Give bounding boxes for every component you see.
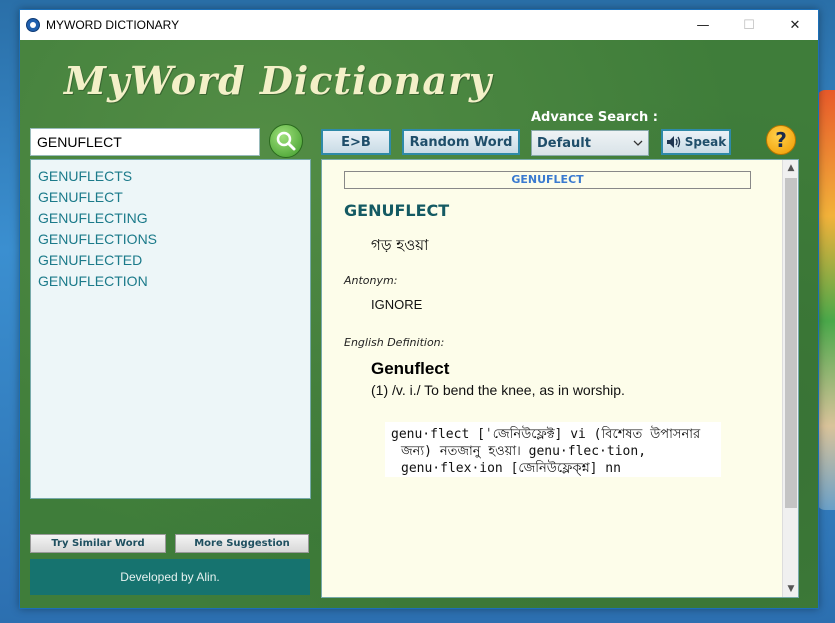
list-item[interactable]: GENUFLECTS: [31, 166, 310, 187]
random-word-button[interactable]: Random Word: [402, 129, 520, 155]
word-header: GENUFLECT: [344, 171, 751, 189]
developer-credit: Developed by Alin.: [30, 559, 310, 595]
minimize-button[interactable]: —: [680, 10, 726, 40]
more-suggestion-button[interactable]: More Suggestion: [175, 534, 309, 553]
search-button[interactable]: [269, 124, 303, 158]
app-client-area: MyWord Dictionary GENUFLECT GENUFLECTS G…: [20, 40, 818, 608]
list-item[interactable]: GENUFLECTED: [31, 250, 310, 271]
speak-button[interactable]: Speak: [661, 129, 731, 155]
window-controls: — ☐ ✕: [680, 10, 818, 40]
magnifier-icon: [276, 131, 296, 151]
vertical-scrollbar[interactable]: ▲ ▼: [782, 160, 798, 597]
advance-search-label: Advance Search :: [531, 110, 658, 125]
antonym-label: Antonym:: [344, 274, 398, 287]
title-bar: MYWORD DICTIONARY — ☐ ✕: [20, 10, 818, 40]
scan-line: genu·flect [ˈজেনিউফ্লেক্ট] vi (বিশেষত উপ…: [391, 427, 701, 442]
app-logo: MyWord Dictionary: [64, 58, 493, 103]
advance-search-select[interactable]: Default: [531, 130, 649, 156]
scroll-thumb[interactable]: [785, 178, 797, 508]
e-to-b-button[interactable]: E>B: [321, 129, 391, 155]
definition-panel: GENUFLECT GENUFLECT গড় হওয়া Antonym: I…: [321, 159, 799, 598]
scroll-up-icon[interactable]: ▲: [783, 160, 798, 176]
definition-label: English Definition:: [344, 336, 445, 349]
chevron-down-icon: [633, 140, 643, 146]
word-title: GENUFLECT: [344, 201, 450, 220]
definition-text: (1) /v. i./ To bend the knee, as in wors…: [371, 382, 625, 398]
desktop-wallpaper-edge: [817, 90, 835, 510]
bengali-meaning: গড় হওয়া: [371, 236, 429, 254]
scan-line: জন্য) নতজানু হওয়া। genu·flec·tion,: [401, 444, 647, 459]
question-icon: ?: [775, 128, 787, 152]
antonym-value: IGNORE: [371, 297, 423, 312]
suggestion-list[interactable]: GENUFLECTS GENUFLECT GENUFLECTING GENUFL…: [30, 159, 311, 499]
scroll-down-icon[interactable]: ▼: [783, 581, 798, 597]
try-similar-word-button[interactable]: Try Similar Word: [30, 534, 166, 553]
dictionary-scan-image: genu·flect [ˈজেনিউফ্লেক্ট] vi (বিশেষত উপ…: [385, 422, 721, 477]
advance-search-value: Default: [537, 135, 591, 151]
list-item[interactable]: GENUFLECT: [31, 187, 310, 208]
speaker-icon: [666, 136, 680, 148]
app-icon: [26, 18, 40, 32]
definition-word: Genuflect: [371, 359, 450, 378]
window-title: MYWORD DICTIONARY: [46, 18, 180, 32]
scan-line: genu·flex·ion [জেনিউফ্লেক্শ্ন] nn: [401, 461, 621, 476]
search-input[interactable]: GENUFLECT: [30, 128, 260, 156]
speak-label: Speak: [684, 135, 727, 149]
help-button[interactable]: ?: [766, 125, 796, 155]
close-button[interactable]: ✕: [772, 10, 818, 40]
list-item[interactable]: GENUFLECTING: [31, 208, 310, 229]
app-window: MYWORD DICTIONARY — ☐ ✕ MyWord Dictionar…: [19, 9, 819, 609]
maximize-button[interactable]: ☐: [726, 10, 772, 40]
list-item[interactable]: GENUFLECTIONS: [31, 229, 310, 250]
list-item[interactable]: GENUFLECTION: [31, 271, 310, 292]
